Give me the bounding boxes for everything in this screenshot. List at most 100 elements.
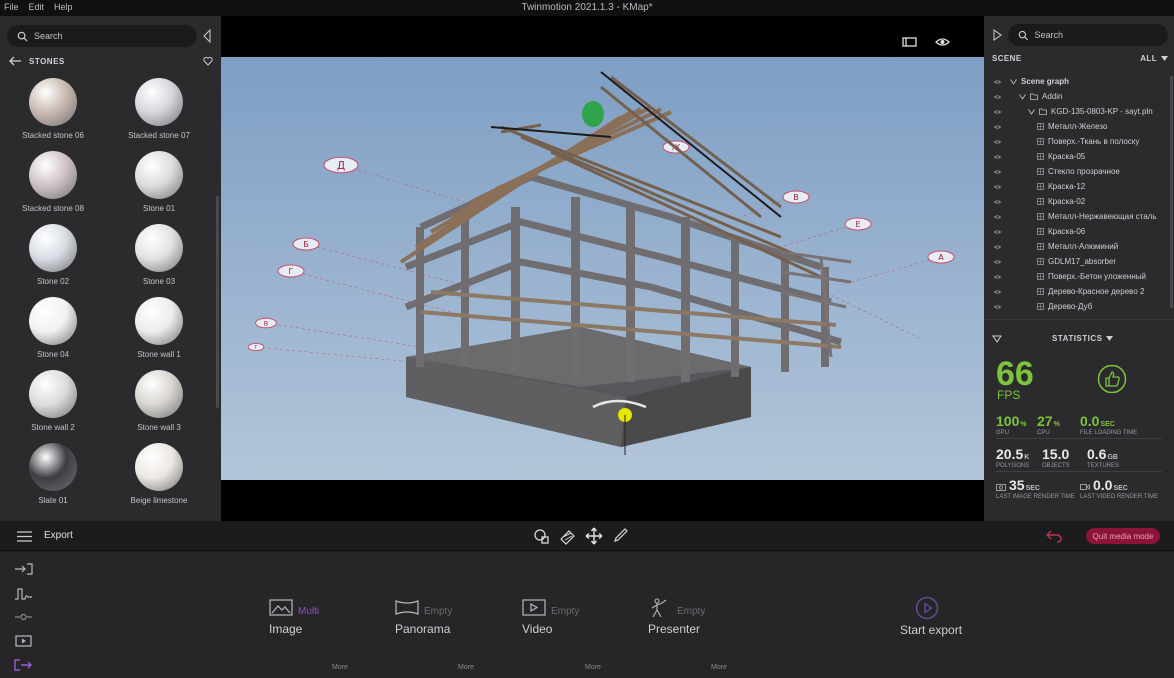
library-search-input[interactable]	[34, 31, 174, 41]
scene-tree-row[interactable]: Металл-Алюминий	[984, 239, 1164, 254]
visibility-eye-icon[interactable]	[993, 109, 1002, 115]
visibility-eye-icon[interactable]	[993, 154, 1002, 160]
visibility-eye-icon[interactable]	[993, 274, 1002, 280]
export-icon[interactable]	[14, 658, 33, 672]
material-icon	[1037, 213, 1044, 220]
panorama-more-link[interactable]: More	[458, 664, 474, 671]
image-more-link[interactable]: More	[332, 664, 348, 671]
quit-media-mode-button[interactable]: Quit media mode	[1086, 528, 1160, 544]
scene-tree-row[interactable]: Краска-12	[984, 179, 1164, 194]
stats-divider	[996, 471, 1162, 472]
aspect-ratio-icon[interactable]	[902, 36, 917, 48]
axis-marker-label: В	[793, 193, 799, 202]
scene-tree-row[interactable]: Металл-Железо	[984, 119, 1164, 134]
scene-tree-row[interactable]: Addin	[984, 89, 1164, 104]
scene-tree-row[interactable]: Поверх.-Бетон уложенный	[984, 269, 1164, 284]
material-tile[interactable]: Stacked stone 06	[0, 78, 106, 140]
textures-stat: 0.6GB TEXTURES	[1087, 447, 1119, 469]
scene-tree-row[interactable]: Краска-05	[984, 149, 1164, 164]
material-tile[interactable]: Stone 03	[106, 224, 212, 286]
library-panel: STONES Stacked stone 06 Stacked stone 07 S…	[0, 16, 221, 521]
back-arrow-icon[interactable]	[8, 56, 22, 66]
scene-scrollbar[interactable]	[1170, 76, 1173, 308]
viewport-controls	[902, 36, 950, 48]
scene-search-input[interactable]	[1034, 30, 1168, 40]
start-export-label: Start export	[900, 623, 963, 637]
hamburger-menu-icon[interactable]	[17, 531, 32, 542]
visibility-eye-icon[interactable]	[993, 214, 1002, 220]
material-label: Stone 04	[36, 350, 70, 359]
presenter-more-link[interactable]: More	[711, 664, 727, 671]
cpu-unit: %	[1053, 421, 1060, 428]
material-icon	[1037, 168, 1044, 175]
library-scrollbar[interactable]	[216, 196, 219, 408]
material-tile[interactable]: Stacked stone 07	[106, 78, 212, 140]
visibility-eye-icon[interactable]	[993, 94, 1002, 100]
favorite-heart-icon[interactable]	[203, 56, 213, 66]
cpu-value: 27	[1037, 413, 1053, 429]
visibility-eye-icon[interactable]	[993, 289, 1002, 295]
scene-tree-row[interactable]: Scene graph	[984, 74, 1164, 89]
statistics-dropdown[interactable]: STATISTICS	[1052, 334, 1114, 343]
select-objects-icon[interactable]	[533, 527, 551, 545]
scene-tree-row[interactable]: Дерево-Красное дерево 2	[984, 284, 1164, 299]
axis-marker: Г	[277, 264, 305, 278]
terrain-icon[interactable]	[14, 586, 33, 600]
scene-tree-row[interactable]: KGD-135-0803-KP - sayt.pln	[984, 104, 1164, 119]
visibility-eye-icon[interactable]	[993, 229, 1002, 235]
eye-icon[interactable]	[935, 36, 950, 48]
chevron-down-icon[interactable]	[1010, 78, 1017, 85]
paint-roller-icon[interactable]	[559, 527, 577, 545]
material-tile[interactable]: Slate 01	[0, 443, 106, 505]
material-tile[interactable]: Stone wall 1	[106, 297, 212, 359]
visibility-eye-icon[interactable]	[993, 244, 1002, 250]
visibility-eye-icon[interactable]	[993, 304, 1002, 310]
path-icon[interactable]	[14, 610, 33, 624]
scene-tree-row[interactable]: Поверх.-Ткань в полоску	[984, 134, 1164, 149]
material-tile[interactable]: Stacked stone 08	[0, 151, 106, 213]
move-arrows-icon[interactable]	[585, 527, 603, 545]
material-label: Stone wall 1	[137, 350, 181, 359]
scene-tree-row[interactable]: Дерево-Дуб	[984, 299, 1164, 314]
polygons-value: 20.5	[996, 446, 1024, 462]
last-image-label: LAST IMAGE RENDER TIME	[996, 494, 1075, 500]
chevron-down-icon[interactable]	[1028, 108, 1035, 115]
scene-search[interactable]	[1008, 24, 1168, 46]
visibility-eye-icon[interactable]	[993, 259, 1002, 265]
material-tile[interactable]: Beige limestone	[106, 443, 212, 505]
scene-filter-dropdown[interactable]: ALL	[1140, 54, 1168, 63]
scene-tree-row[interactable]: GDLM17_absorber	[984, 254, 1164, 269]
material-label: Slate 01	[38, 496, 68, 505]
axis-marker: Е	[844, 217, 872, 231]
scene-tree-row[interactable]: Краска-02	[984, 194, 1164, 209]
scene-tree-row[interactable]: Краска-06	[984, 224, 1164, 239]
visibility-eye-icon[interactable]	[993, 199, 1002, 205]
scene-label: SCENE	[992, 54, 1022, 63]
chevron-down-icon[interactable]	[1019, 93, 1026, 100]
visibility-eye-icon[interactable]	[993, 139, 1002, 145]
material-tile[interactable]: Stone wall 2	[0, 370, 106, 432]
material-thumbnail	[135, 78, 183, 126]
3d-viewport[interactable]: ДБГВЕВЖГА	[221, 16, 984, 521]
material-tile[interactable]: Stone 04	[0, 297, 106, 359]
media-icon[interactable]	[14, 634, 33, 648]
material-tile[interactable]: Stone 02	[0, 224, 106, 286]
material-label: Stone wall 3	[137, 423, 181, 432]
visibility-eye-icon[interactable]	[993, 184, 1002, 190]
library-search[interactable]	[7, 25, 197, 47]
export-section: Multi Image More Empty Panorama More Emp…	[0, 552, 1174, 678]
expand-panel-icon[interactable]	[993, 29, 1002, 41]
visibility-eye-icon[interactable]	[993, 124, 1002, 130]
collapse-triangle-icon[interactable]	[992, 335, 1002, 343]
collapse-left-panel-icon[interactable]	[202, 29, 212, 43]
scene-tree-row[interactable]: Стекло прозрачное	[984, 164, 1164, 179]
visibility-eye-icon[interactable]	[993, 169, 1002, 175]
material-tile[interactable]: Stone wall 3	[106, 370, 212, 432]
video-more-link[interactable]: More	[585, 664, 601, 671]
scene-tree-row[interactable]: Металл-Нержавеющая сталь	[984, 209, 1164, 224]
import-icon[interactable]	[14, 562, 33, 576]
material-tile[interactable]: Stone 01	[106, 151, 212, 213]
pipette-icon[interactable]	[611, 527, 629, 545]
visibility-eye-icon[interactable]	[993, 79, 1002, 85]
undo-icon[interactable]	[1046, 529, 1062, 543]
